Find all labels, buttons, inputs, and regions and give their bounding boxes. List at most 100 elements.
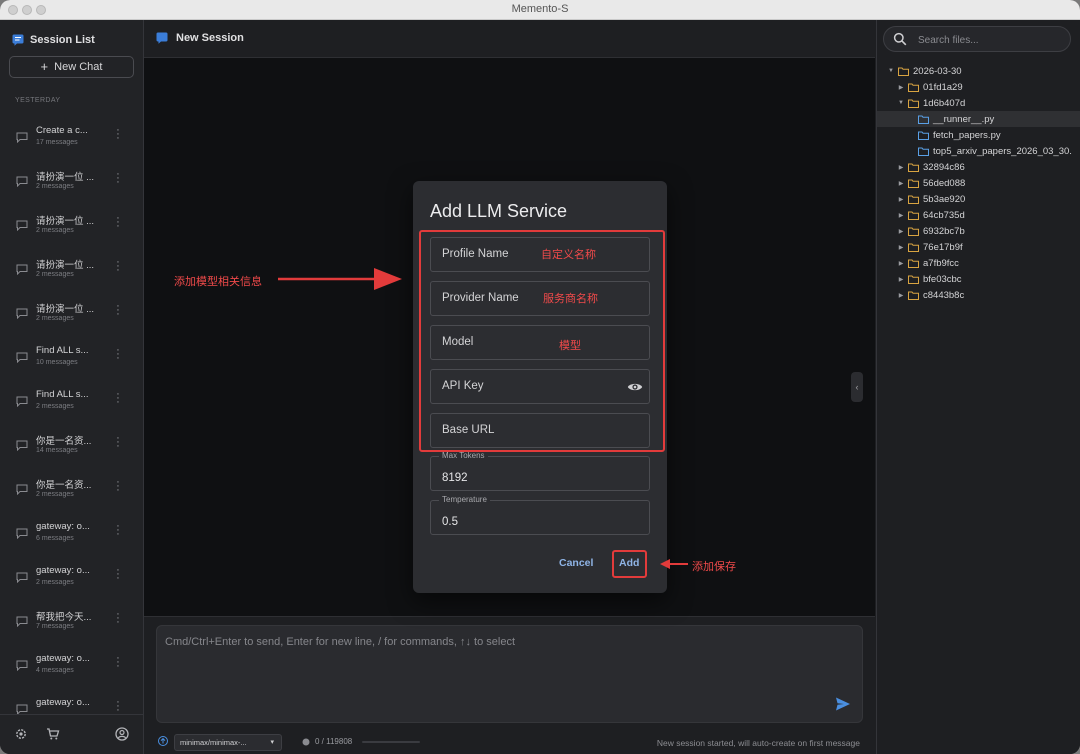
session-item[interactable]: gateway: o... 2 messages · · · [0,558,143,602]
token-usage-text: 0 / 119808 [315,737,353,746]
session-item[interactable]: Create a c... 17 messages · · · [0,118,143,162]
max-tokens-field[interactable]: Max Tokens 8192 [430,451,650,491]
more-options-icon[interactable]: · · · [114,125,122,144]
tree-folder[interactable]: ▶ 64cb735d [877,207,1080,223]
temperature-label: Temperature [439,495,490,504]
file-icon [918,147,929,156]
caret-right-icon[interactable]: ▶ [897,244,905,251]
message-input[interactable]: Cmd/Ctrl+Enter to send, Enter for new li… [156,625,863,723]
tree-folder[interactable]: ▶ c8443b8c [877,287,1080,303]
temperature-field[interactable]: Temperature 0.5 [430,495,650,535]
caret-right-icon[interactable]: ▶ [897,260,905,267]
more-options-icon[interactable]: · · · [114,301,122,320]
model-selector-value: minimax/minimax-... [180,738,247,747]
upload-icon[interactable] [158,736,168,746]
tree-item-label: bfe03cbc [923,273,962,285]
session-item-count: 14 messages [36,447,78,454]
send-icon[interactable] [835,696,851,712]
chat-bubble-icon [16,352,28,363]
caret-right-icon[interactable]: ▶ [897,164,905,171]
session-title: New Session [156,32,244,44]
more-options-icon[interactable]: · · · [114,213,122,232]
section-label-yesterday: YESTERDAY [15,97,61,104]
tree-item-label: a7fb9fcc [923,257,959,269]
session-item[interactable]: 帮我把今天... 7 messages · · · [0,602,143,646]
annotation-profile-hint: 自定义名称 [541,249,596,261]
tree-folder[interactable]: ▼ 1d6b407d [877,95,1080,111]
annotation-provider-hint: 服务商名称 [543,293,598,305]
session-list-icon [12,34,24,46]
tree-folder[interactable]: ▶ 76e17b9f [877,239,1080,255]
session-list-title: Session List [30,34,95,46]
caret-right-icon[interactable]: ▶ [897,84,905,91]
session-item[interactable]: 你是一名资... 2 messages · · · [0,470,143,514]
session-item-title: gateway: o... [36,521,90,532]
session-item[interactable]: gateway: o... 4 messages · · · [0,646,143,690]
chat-bubble-icon [16,484,28,495]
more-options-icon[interactable]: · · · [114,389,122,408]
caret-right-icon[interactable]: ▶ [897,196,905,203]
session-item-title: Find ALL s... [36,345,89,356]
folder-icon [908,259,919,268]
more-options-icon[interactable]: · · · [114,697,122,716]
collapse-right-panel-button[interactable]: ‹ [851,372,863,402]
session-item[interactable]: 请扮演一位 ... 2 messages · · · [0,294,143,338]
plus-icon: + [40,59,49,74]
tree-folder[interactable]: ▶ 56ded088 [877,175,1080,191]
caret-right-icon[interactable]: ▶ [897,292,905,299]
tree-file[interactable]: __runner__.py [877,111,1080,127]
tree-item-label: 01fd1a29 [923,81,963,93]
caret-right-icon[interactable]: ▶ [897,276,905,283]
session-item[interactable]: 请扮演一位 ... 2 messages · · · [0,250,143,294]
caret-down-icon[interactable]: ▼ [897,100,905,106]
annotation-fields-box [419,230,665,452]
more-options-icon[interactable]: · · · [114,169,122,188]
caret-down-icon[interactable]: ▼ [887,68,895,74]
tree-folder[interactable]: ▶ 32894c86 [877,159,1080,175]
session-list-header: Session List [12,32,95,48]
status-message: New session started, will auto-create on… [656,738,860,748]
tree-file[interactable]: fetch_papers.py [877,127,1080,143]
more-options-icon[interactable]: · · · [114,521,122,540]
model-selector[interactable]: minimax/minimax-... ▾ [174,734,282,751]
cancel-button[interactable]: Cancel [559,557,593,569]
annotation-model-hint: 模型 [559,340,581,352]
settings-gear-icon[interactable] [14,727,28,741]
more-options-icon[interactable]: · · · [114,257,122,276]
session-item[interactable]: gateway: o... 6 messages · · · [0,514,143,558]
session-item[interactable]: 请扮演一位 ... 2 messages · · · [0,206,143,250]
session-item[interactable]: Find ALL s... 10 messages · · · [0,338,143,382]
session-item[interactable]: Find ALL s... 2 messages · · · [0,382,143,426]
session-item[interactable]: 请扮演一位 ... 2 messages · · · [0,162,143,206]
more-options-icon[interactable]: · · · [114,609,122,628]
tree-folder[interactable]: ▶ 5b3ae920 [877,191,1080,207]
cart-icon[interactable] [46,727,60,741]
new-chat-button[interactable]: + New Chat [9,56,134,78]
search-files-input[interactable] [918,32,1063,48]
session-item-title: 你是一名资... [36,436,92,447]
session-item[interactable]: 你是一名资... 14 messages · · · [0,426,143,470]
session-item-title: 你是一名资... [36,480,92,491]
more-options-icon[interactable]: · · · [114,565,122,584]
tree-folder[interactable]: ▶ a7fb9fcc [877,255,1080,271]
tree-folder[interactable]: ▶ 6932bc7b [877,223,1080,239]
tree-folder[interactable]: ▶ 01fd1a29 [877,79,1080,95]
folder-icon [908,243,919,252]
file-search [883,26,1071,52]
tree-item-label: 5b3ae920 [923,193,966,205]
tree-folder[interactable]: ▼ 2026-03-30 [877,63,1080,79]
tree-item-label: __runner__.py [933,113,995,125]
more-options-icon[interactable]: · · · [114,433,122,452]
folder-icon [908,83,919,92]
caret-right-icon[interactable]: ▶ [897,212,905,219]
more-options-icon[interactable]: · · · [114,653,122,672]
tree-folder[interactable]: ▶ bfe03cbc [877,271,1080,287]
annotation-left-note: 添加模型相关信息 [174,276,262,288]
more-options-icon[interactable]: · · · [114,477,122,496]
session-item-count: 2 messages [36,227,74,234]
more-options-icon[interactable]: · · · [114,345,122,364]
caret-right-icon[interactable]: ▶ [897,228,905,235]
tree-file[interactable]: top5_arxiv_papers_2026_03_30. [877,143,1080,159]
caret-right-icon[interactable]: ▶ [897,180,905,187]
account-icon[interactable] [115,727,129,741]
